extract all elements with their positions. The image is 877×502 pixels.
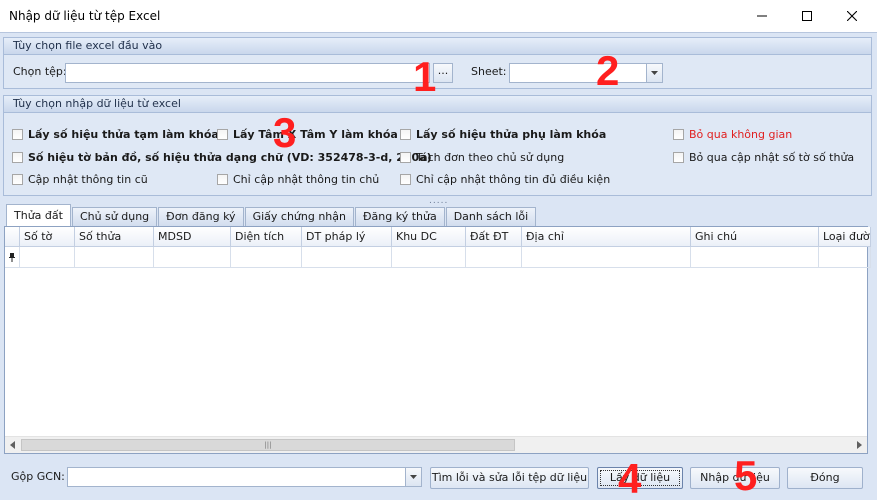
new-row-cell[interactable] (154, 247, 231, 268)
option-update-owner-only[interactable]: Chỉ cập nhật thông tin chủ (217, 173, 379, 186)
title-bar: Nhập dữ liệu từ tệp Excel (0, 0, 877, 32)
column-header-mdsd[interactable]: MDSD (154, 227, 231, 247)
column-header-khu-dc[interactable]: Khu DC (392, 227, 466, 247)
import-group-panel: Lấy số hiệu thửa tạm làm khóa Lấy Tâm X … (3, 113, 872, 196)
maximize-icon (802, 11, 812, 21)
tab-dang-ky-thua[interactable]: Đăng ký thửa (355, 207, 445, 226)
tab-danh-sach-loi[interactable]: Danh sách lỗi (445, 207, 537, 226)
sheet-dropdown-button[interactable] (646, 63, 663, 83)
window-title: Nhập dữ liệu từ tệp Excel (9, 9, 161, 23)
horizontal-scrollbar[interactable]: ||| (5, 436, 867, 453)
new-row-cell[interactable] (691, 247, 819, 268)
option-split-by-owner[interactable]: Tách đơn theo chủ sử dụng (400, 151, 564, 164)
chevron-down-icon (410, 475, 417, 479)
pin-icon (9, 252, 15, 262)
option-skip-sheet-parcel-update[interactable]: Bỏ qua cập nhật số tờ số thửa (673, 151, 854, 164)
new-row-cell[interactable] (522, 247, 691, 268)
row-indicator-header (5, 227, 20, 247)
scroll-left-icon[interactable] (8, 440, 18, 450)
column-header-so-thua[interactable]: Số thửa (75, 227, 154, 247)
new-row-cell[interactable] (231, 247, 302, 268)
new-row-cell[interactable] (392, 247, 466, 268)
close-button[interactable]: Đóng (787, 467, 863, 489)
new-row[interactable] (5, 247, 871, 268)
new-row-cell[interactable] (466, 247, 522, 268)
file-group-header: Tùy chọn file excel đầu vào (3, 37, 872, 55)
tab-chu-su-dung[interactable]: Chủ sử dụng (71, 207, 158, 226)
checkbox[interactable] (12, 174, 23, 185)
maximize-button[interactable] (784, 0, 830, 32)
new-row-cell[interactable] (819, 247, 871, 268)
annotation-4: 4 (618, 455, 642, 502)
checkbox[interactable] (217, 129, 228, 140)
option-center-xy-key[interactable]: Lấy Tâm X Tâm Y làm khóa (217, 128, 398, 141)
checkbox[interactable] (217, 174, 228, 185)
option-text-map-parcel-ids[interactable]: Số hiệu tờ bản đồ, số hiệu thửa dạng chữ… (12, 151, 432, 164)
column-header-loai-duong[interactable]: Loại đườn (819, 227, 871, 247)
annotation-3: 3 (273, 109, 297, 156)
checkbox[interactable] (400, 152, 411, 163)
choose-file-input[interactable] (65, 63, 430, 83)
sheet-select[interactable] (509, 63, 648, 83)
choose-file-label: Chọn tệp: (13, 65, 67, 78)
option-update-old-info[interactable]: Cập nhật thông tin cũ (12, 173, 148, 186)
merge-gcn-dropdown-button[interactable] (405, 467, 422, 487)
file-group-panel: Chọn tệp: ... Sheet: (3, 55, 872, 89)
checkbox[interactable] (400, 129, 411, 140)
new-row-cell[interactable] (20, 247, 75, 268)
minimize-button[interactable] (739, 0, 785, 32)
close-icon (847, 11, 857, 21)
tab-giay-chung-nhan[interactable]: Giấy chứng nhận (244, 207, 354, 226)
column-header-dat-dt[interactable]: Đất ĐT (466, 227, 522, 247)
option-update-eligible-only[interactable]: Chỉ cập nhật thông tin đủ điều kiện (400, 173, 610, 186)
column-header-dia-chi[interactable]: Địa chỉ (522, 227, 691, 247)
column-header-so-to[interactable]: Số tờ (20, 227, 75, 247)
annotation-5: 5 (734, 452, 758, 499)
column-header-dien-tich[interactable]: Diện tích (231, 227, 302, 247)
new-row-indicator (5, 247, 20, 268)
scrollbar-thumb[interactable]: ||| (21, 439, 515, 451)
import-group-header: Tùy chọn nhập dữ liệu từ excel (3, 95, 872, 113)
tab-strip: Thửa đất Chủ sử dụng Đơn đăng ký Giấy ch… (6, 204, 537, 226)
checkbox[interactable] (12, 129, 23, 140)
checkbox[interactable] (400, 174, 411, 185)
column-header-ghi-chu[interactable]: Ghi chú (691, 227, 819, 247)
option-sub-parcel-key[interactable]: Lấy số hiệu thửa phụ làm khóa (400, 128, 606, 141)
annotation-2: 2 (596, 47, 620, 94)
data-grid[interactable]: Số tờ Số thửa MDSD Diện tích DT pháp lý … (4, 226, 871, 454)
merge-gcn-label: Gộp GCN: (11, 470, 65, 483)
checkbox[interactable] (12, 152, 23, 163)
merge-gcn-input[interactable] (67, 467, 407, 487)
annotation-1: 1 (413, 53, 437, 100)
chevron-down-icon (651, 71, 658, 75)
sheet-label: Sheet: (471, 65, 507, 78)
column-header-dt-phap-ly[interactable]: DT pháp lý (302, 227, 392, 247)
close-window-button[interactable] (829, 0, 875, 32)
tab-don-dang-ky[interactable]: Đơn đăng ký (158, 207, 244, 226)
option-temp-parcel-key[interactable]: Lấy số hiệu thửa tạm làm khóa (12, 128, 219, 141)
option-skip-spatial[interactable]: Bỏ qua không gian (673, 128, 792, 141)
checkbox[interactable] (673, 129, 684, 140)
scroll-right-icon[interactable] (854, 440, 864, 450)
find-fix-errors-button[interactable]: Tìm lỗi và sửa lỗi tệp dữ liệu (430, 467, 589, 489)
new-row-cell[interactable] (75, 247, 154, 268)
dialog-body: Tùy chọn file excel đầu vào Chọn tệp: ..… (0, 32, 877, 500)
minimize-icon (757, 15, 767, 17)
tab-thua-dat[interactable]: Thửa đất (6, 204, 71, 226)
new-row-cell[interactable] (302, 247, 392, 268)
checkbox[interactable] (673, 152, 684, 163)
grid-header-row: Số tờ Số thửa MDSD Diện tích DT pháp lý … (5, 227, 871, 247)
